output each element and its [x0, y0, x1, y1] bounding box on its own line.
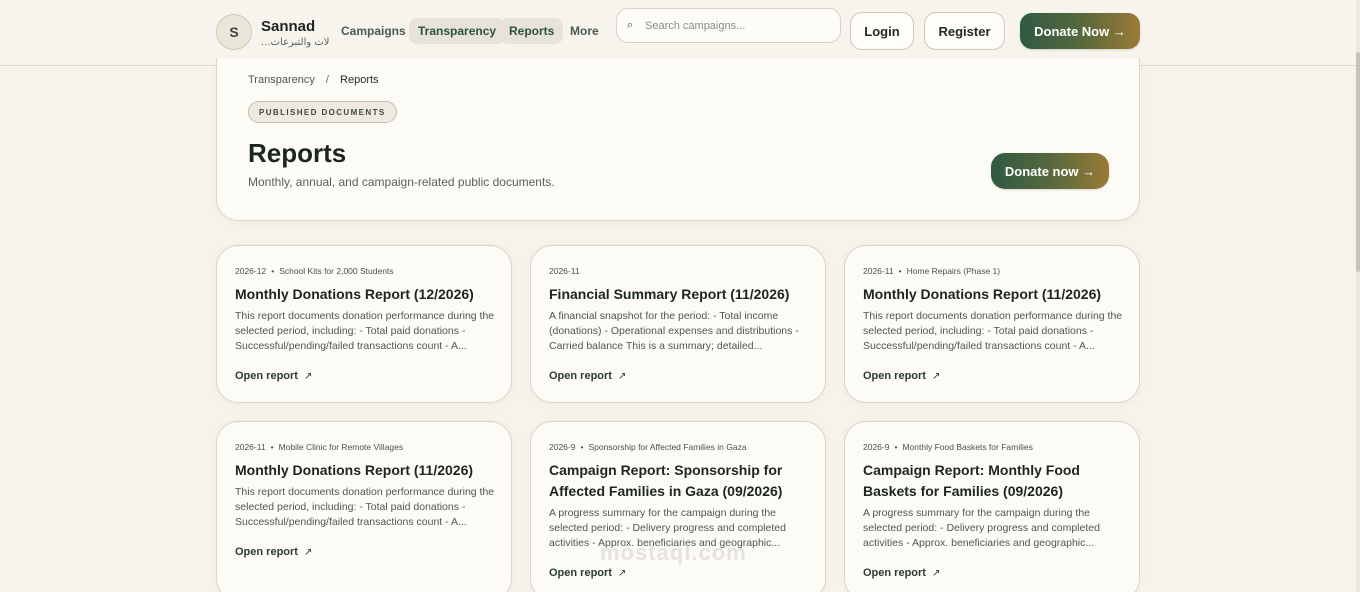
breadcrumb: Transparency / Reports	[248, 74, 379, 86]
report-meta: 2026-12 • School Kits for 2,000 Students	[235, 266, 394, 276]
report-card[interactable]: 2026-9 • Monthly Food Baskets for Families…	[844, 421, 1140, 592]
report-card[interactable]: 2026-11 Financial Summary Report (11/202…	[530, 245, 826, 403]
report-title[interactable]: Campaign Report: Sponsorship for Affecte…	[549, 460, 811, 502]
scrollbar-thumb[interactable]	[1356, 52, 1360, 272]
report-title[interactable]: Monthly Donations Report (12/2026)	[235, 284, 497, 305]
report-description: This report documents donation performan…	[235, 486, 495, 528]
hero-donate-button[interactable]: Donate now →	[991, 153, 1109, 189]
nav-more[interactable]: More	[561, 18, 608, 44]
report-card[interactable]: 2026-9 • Sponsorship for Affected Families…	[530, 421, 826, 592]
published-documents-badge: PUBLISHED DOCUMENTS	[248, 101, 397, 123]
open-report-link[interactable]: Open report ↗	[235, 546, 312, 558]
page-scrollbar[interactable]	[1356, 0, 1360, 592]
nav-reports[interactable]: Reports	[500, 18, 564, 44]
brand-name[interactable]: Sannad	[261, 18, 315, 35]
brand-subtitle: ...لات والتبرعات	[261, 37, 330, 48]
report-card[interactable]: 2026-11 • Home Repairs (Phase 1) Monthly D…	[844, 245, 1140, 403]
report-title[interactable]: Monthly Donations Report (11/2026)	[235, 460, 497, 481]
report-card[interactable]: 2026-11 • Mobile Clinic for Remote Village…	[216, 421, 512, 592]
register-button[interactable]: Register	[924, 12, 1005, 50]
brand-logo-avatar[interactable]: S	[216, 14, 252, 50]
report-meta: 2026-11 • Mobile Clinic for Remote Village…	[235, 442, 404, 452]
donate-now-button[interactable]: Donate Now →	[1020, 13, 1140, 49]
breadcrumb-transparency[interactable]: Transparency	[248, 74, 315, 86]
external-link-icon: ↗	[617, 568, 627, 579]
nav-campaigns[interactable]: Campaigns	[332, 18, 415, 44]
report-title[interactable]: Campaign Report: Monthly Food Baskets fo…	[863, 460, 1125, 502]
open-report-link[interactable]: Open report ↗	[549, 567, 626, 579]
login-button[interactable]: Login	[850, 12, 914, 50]
report-description: This report documents donation performan…	[235, 310, 495, 352]
watermark: mostaql.com	[600, 540, 747, 565]
external-link-icon: ↗	[931, 371, 941, 382]
open-report-link[interactable]: Open report ↗	[863, 567, 940, 579]
open-report-link[interactable]: Open report ↗	[863, 370, 940, 382]
report-title[interactable]: Financial Summary Report (11/2026)	[549, 284, 811, 305]
report-meta: 2026-11	[549, 266, 580, 276]
report-description: A financial snapshot for the period: - T…	[549, 310, 799, 352]
open-report-link[interactable]: Open report ↗	[235, 370, 312, 382]
report-title[interactable]: Monthly Donations Report (11/2026)	[863, 284, 1125, 305]
search-input[interactable]	[645, 19, 825, 32]
breadcrumb-current: Reports	[340, 74, 379, 86]
report-meta: 2026-9 • Sponsorship for Affected Families…	[549, 442, 747, 452]
report-card[interactable]: 2026-12 • School Kits for 2,000 Students M…	[216, 245, 512, 403]
open-report-link[interactable]: Open report ↗	[549, 370, 626, 382]
search-box[interactable]: ⌕	[616, 8, 841, 43]
reports-hero: Transparency / Reports PUBLISHED DOCUMEN…	[216, 58, 1140, 221]
external-link-icon: ↗	[931, 568, 941, 579]
report-description: A progress summary for the campaign duri…	[863, 507, 1100, 549]
page-title: Reports	[248, 138, 347, 168]
external-link-icon: ↗	[303, 547, 313, 558]
report-description: This report documents donation performan…	[863, 310, 1123, 352]
report-meta: 2026-11 • Home Repairs (Phase 1)	[863, 266, 1001, 276]
report-meta: 2026-9 • Monthly Food Baskets for Families	[863, 442, 1033, 452]
page-description: Monthly, annual, and campaign-related pu…	[248, 175, 555, 189]
top-header: S Sannad ...لات والتبرعات Campaigns Tran…	[0, 0, 1360, 66]
breadcrumb-separator: /	[325, 74, 329, 86]
external-link-icon: ↗	[303, 371, 313, 382]
external-link-icon: ↗	[617, 371, 627, 382]
search-icon: ⌕	[627, 19, 634, 31]
nav-transparency[interactable]: Transparency	[409, 18, 506, 44]
